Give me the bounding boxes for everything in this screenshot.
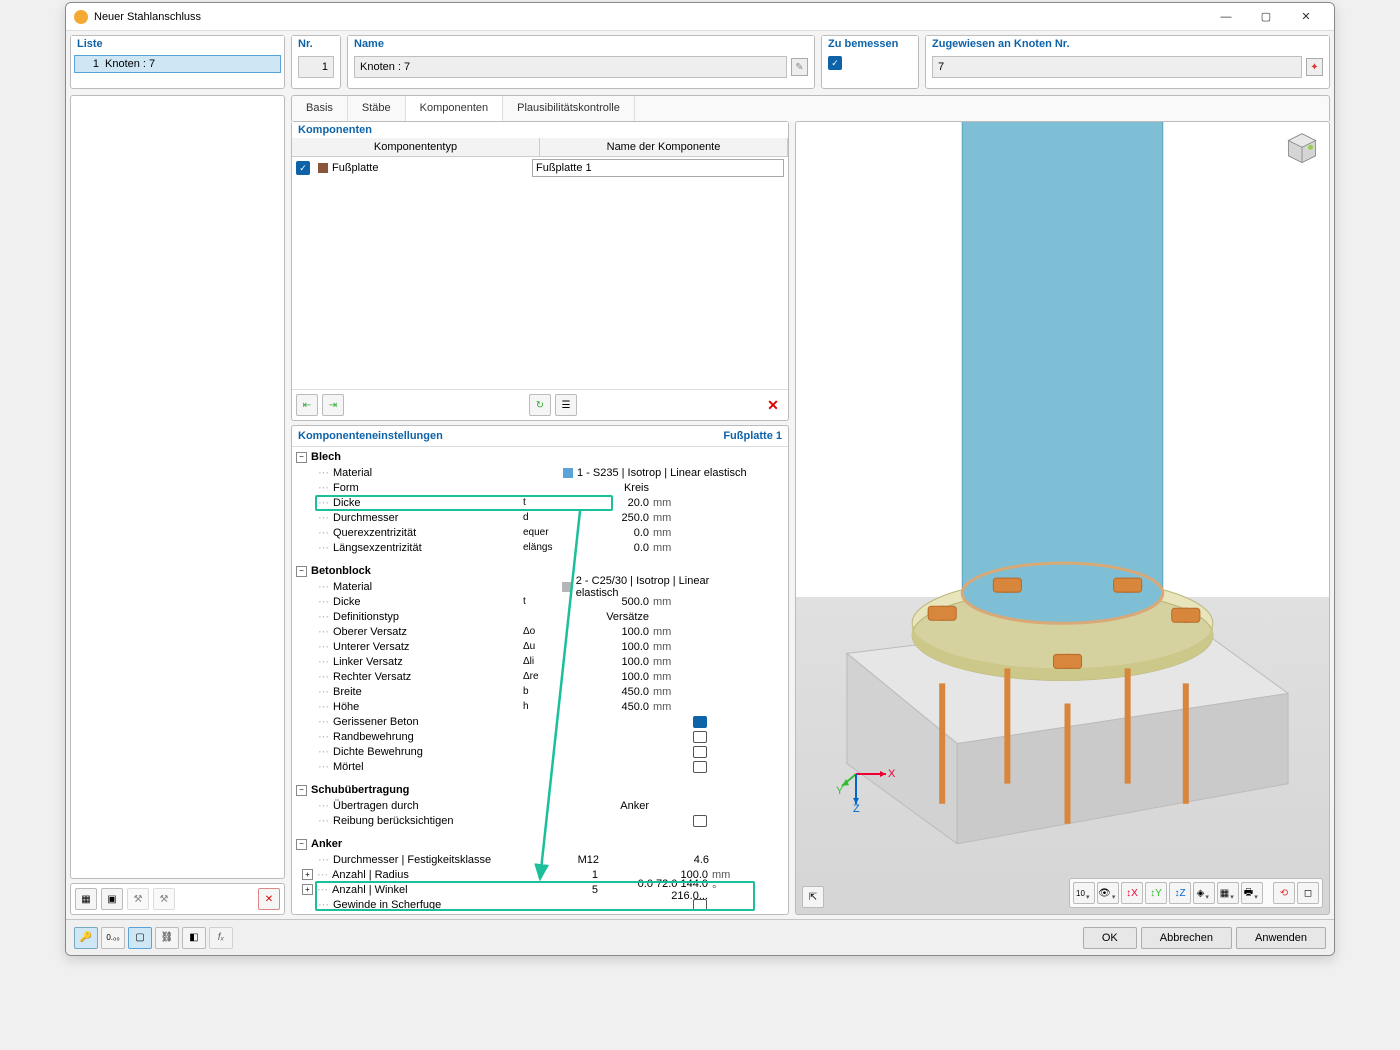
- titlebar: Neuer Stahlanschluss — ▢ ✕: [66, 3, 1334, 31]
- pick-node-icon[interactable]: ✦: [1306, 58, 1323, 76]
- nr-header: Nr.: [292, 36, 340, 52]
- prop-row[interactable]: ⋯Material2 - C25/30 | Isotrop | Linear e…: [292, 579, 788, 594]
- prop-row[interactable]: +⋯Anzahl | Winkel50.0 72.0 144.0 216.0..…: [292, 882, 788, 897]
- tab-staebe[interactable]: Stäbe: [348, 96, 406, 121]
- settings-compname: Fußplatte 1: [723, 430, 782, 442]
- prop-row[interactable]: ⋯Unterer VersatzΔu100.0mm: [292, 639, 788, 654]
- zugewiesen-header: Zugewiesen an Knoten Nr.: [926, 36, 1329, 52]
- view-axis-y-icon[interactable]: ↕Y: [1145, 882, 1167, 904]
- viewcube-icon[interactable]: [1285, 132, 1319, 166]
- prop-row[interactable]: ⋯Mörtel: [292, 759, 788, 774]
- mode-model-icon[interactable]: ⛓: [155, 927, 179, 949]
- prop-row[interactable]: ⋯Randbewehrung: [292, 729, 788, 744]
- komponente-color-icon: [318, 163, 328, 173]
- add-comp-icon[interactable]: ⇤: [296, 394, 318, 416]
- view-render-icon[interactable]: ▦: [1217, 882, 1239, 904]
- delete-item-icon[interactable]: ✕: [258, 888, 280, 910]
- ok-button[interactable]: OK: [1083, 927, 1137, 949]
- svg-text:Y: Y: [836, 785, 844, 797]
- prop-row[interactable]: ⋯Dicket20.0mm: [292, 495, 788, 510]
- mode-units-icon[interactable]: 0.₀₀: [101, 927, 125, 949]
- prop-row[interactable]: ⋯Breiteb450.0mm: [292, 684, 788, 699]
- edit-name-icon[interactable]: ✎: [791, 58, 808, 76]
- view-scale-icon[interactable]: 10: [1073, 882, 1095, 904]
- prop-row[interactable]: ⋯Längsexzentrizitätelängs0.0mm: [292, 540, 788, 555]
- zubemessen-checkbox[interactable]: ✓: [828, 56, 842, 70]
- prop-row[interactable]: ⋯FormKreis: [292, 480, 788, 495]
- settings-title: Komponenteneinstellungen: [298, 430, 443, 442]
- view-print-icon[interactable]: 🖶: [1241, 882, 1263, 904]
- minimize-button[interactable]: —: [1206, 5, 1246, 29]
- view-window-icon[interactable]: ◻: [1297, 882, 1319, 904]
- view-axis-xz-icon[interactable]: ↕X: [1121, 882, 1143, 904]
- tool1-icon[interactable]: ⚒: [127, 888, 149, 910]
- apply-button[interactable]: Anwenden: [1236, 927, 1326, 949]
- name-header: Name: [348, 36, 814, 52]
- prop-row[interactable]: ⋯Querexzentrizitätequer0.0mm: [292, 525, 788, 540]
- 3d-viewport[interactable]: X Y Z ⇱ 10 👁 ↕X ↕Y ↕Z: [795, 121, 1330, 915]
- delete-comp-icon[interactable]: ✕: [762, 394, 784, 416]
- prop-row[interactable]: ⋯DefinitionstypVersätze: [292, 609, 788, 624]
- view-visibility-icon[interactable]: 👁: [1097, 882, 1119, 904]
- cancel-button[interactable]: Abbrechen: [1141, 927, 1232, 949]
- reload-icon[interactable]: ↻: [529, 394, 551, 416]
- tabbar: Basis Stäbe Komponenten Plausibilitätsko…: [291, 95, 1330, 121]
- komponente-name-input[interactable]: [532, 159, 784, 177]
- view-toolbar: 10 👁 ↕X ↕Y ↕Z ◈ ▦ 🖶 ⟲ ◻: [1069, 878, 1323, 908]
- app-icon: [74, 10, 88, 24]
- tab-basis[interactable]: Basis: [292, 96, 348, 121]
- prop-row[interactable]: ⋯Übertragen durchAnker: [292, 798, 788, 813]
- tab-plausibilitaet[interactable]: Plausibilitätskontrolle: [503, 96, 635, 121]
- group-Blech[interactable]: −Blech: [292, 449, 788, 465]
- maximize-button[interactable]: ▢: [1246, 5, 1286, 29]
- liste-toolbar: ▦ ▣ ⚒ ⚒ ✕: [70, 883, 285, 915]
- prop-row[interactable]: ⋯Material1 - S235 | Isotrop | Linear ela…: [292, 465, 788, 480]
- view-reset-icon[interactable]: ⟲: [1273, 882, 1295, 904]
- zugewiesen-input[interactable]: [932, 56, 1302, 78]
- group-Schubübertragung[interactable]: −Schubübertragung: [292, 782, 788, 798]
- copy-item-icon[interactable]: ▣: [101, 888, 123, 910]
- liste-item[interactable]: 1 Knoten : 7: [74, 55, 281, 73]
- mode-results-icon[interactable]: ◧: [182, 927, 206, 949]
- prop-row[interactable]: ⋯Oberer VersatzΔo100.0mm: [292, 624, 788, 639]
- prop-row[interactable]: +⋯Anzahl | Radius1100.0mm: [292, 867, 788, 882]
- prop-row[interactable]: ⋯Durchmesserd250.0mm: [292, 510, 788, 525]
- new-item-icon[interactable]: ▦: [75, 888, 97, 910]
- close-button[interactable]: ✕: [1286, 5, 1326, 29]
- svg-text:X: X: [888, 768, 896, 780]
- footer: 🔑 0.₀₀ ▢ ⛓ ◧ fₓ OK Abbrechen Anwenden: [66, 919, 1334, 955]
- window-title: Neuer Stahlanschluss: [94, 11, 1206, 23]
- zubemessen-header: Zu bemessen: [822, 36, 918, 52]
- svg-text:Z: Z: [853, 803, 860, 814]
- tool2-icon[interactable]: ⚒: [153, 888, 175, 910]
- mode-help-icon[interactable]: 🔑: [74, 927, 98, 949]
- mode-fx-icon[interactable]: fₓ: [209, 927, 233, 949]
- nr-input[interactable]: [298, 56, 334, 78]
- view-axis-z-icon[interactable]: ↕Z: [1169, 882, 1191, 904]
- prop-row[interactable]: ⋯Gerissener Beton: [292, 714, 788, 729]
- liste-header: Liste: [71, 36, 284, 52]
- col-komponentenname: Name der Komponente: [540, 138, 788, 156]
- group-Anker[interactable]: −Anker: [292, 836, 788, 852]
- config-icon[interactable]: ☰: [555, 394, 577, 416]
- komponente-row[interactable]: ✓ Fußplatte: [292, 157, 788, 179]
- prop-row[interactable]: ⋯Höheh450.0mm: [292, 699, 788, 714]
- prop-row[interactable]: ⋯Reibung berücksichtigen: [292, 813, 788, 828]
- settings-panel: Komponenteneinstellungen Fußplatte 1 −Bl…: [291, 425, 789, 915]
- prop-row[interactable]: ⋯Rechter VersatzΔre100.0mm: [292, 669, 788, 684]
- mode-view-icon[interactable]: ▢: [128, 927, 152, 949]
- komponente-checkbox[interactable]: ✓: [296, 161, 310, 175]
- prop-row[interactable]: ⋯Gewinde in Scherfuge: [292, 897, 788, 912]
- axis-gizmo-icon: X Y Z: [836, 754, 896, 814]
- view-tool-left-icon[interactable]: ⇱: [802, 886, 824, 908]
- komponenten-title: Komponenten: [292, 122, 788, 138]
- view-iso-icon[interactable]: ◈: [1193, 882, 1215, 904]
- name-input[interactable]: [354, 56, 787, 78]
- prop-row[interactable]: ⋯Linker VersatzΔli100.0mm: [292, 654, 788, 669]
- col-komponententyp: Komponententyp: [292, 138, 540, 156]
- prop-row[interactable]: ⋯Dichte Bewehrung: [292, 744, 788, 759]
- insert-comp-icon[interactable]: ⇥: [322, 394, 344, 416]
- prop-row[interactable]: ⋯Durchmesser | FestigkeitsklasseM124.6: [292, 852, 788, 867]
- tab-komponenten[interactable]: Komponenten: [406, 96, 504, 122]
